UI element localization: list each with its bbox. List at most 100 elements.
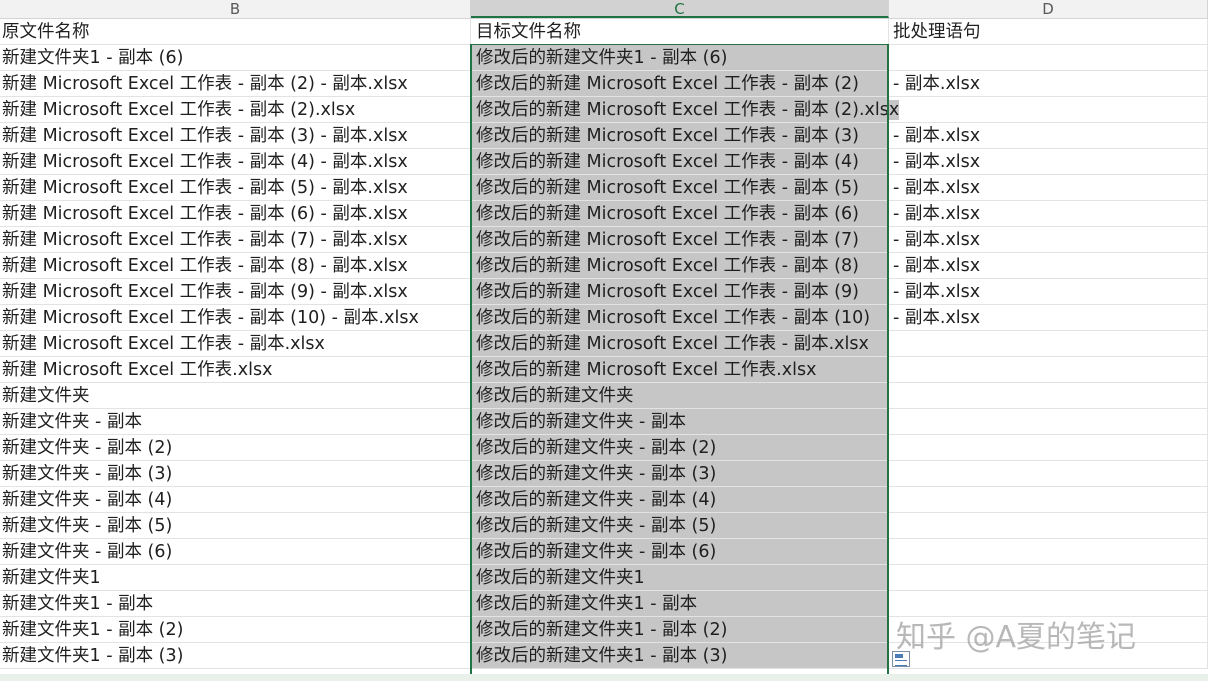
original-name-cell[interactable]: 新建 Microsoft Excel 工作表 - 副本 (6) - 副本.xls… — [0, 201, 471, 227]
batch-statement-cell[interactable] — [889, 539, 1208, 565]
original-name-cell[interactable]: 新建文件夹 - 副本 (5) — [0, 513, 471, 539]
target-name-cell[interactable]: 修改后的新建文件夹 - 副本 (3) — [471, 461, 889, 487]
target-name-cell[interactable]: 修改后的新建文件夹1 - 副本 (3) — [471, 643, 889, 669]
original-name-cell-text: 新建 Microsoft Excel 工作表 - 副本 (2) - 副本.xls… — [2, 74, 408, 94]
original-name-cell[interactable]: 新建 Microsoft Excel 工作表 - 副本 (3) - 副本.xls… — [0, 123, 471, 149]
original-name-cell[interactable]: 新建文件夹 - 副本 — [0, 409, 471, 435]
batch-statement-cell[interactable] — [889, 45, 1208, 71]
original-name-cell-text: 新建 Microsoft Excel 工作表 - 副本 (10) - 副本.xl… — [2, 308, 419, 328]
batch-statement-cell[interactable] — [889, 487, 1208, 513]
batch-statement-cell-text: - 副本.xlsx — [893, 256, 981, 276]
table-row: 新建 Microsoft Excel 工作表 - 副本 (3) - 副本.xls… — [0, 123, 1208, 149]
original-name-cell[interactable]: 新建文件夹 - 副本 (2) — [0, 435, 471, 461]
original-name-cell[interactable]: 新建文件夹1 - 副本 — [0, 591, 471, 617]
original-name-cell-text: 新建文件夹1 - 副本 (6) — [2, 48, 184, 68]
target-name-cell-text: 修改后的新建 Microsoft Excel 工作表 - 副本.xlsx — [476, 334, 869, 354]
original-name-cell[interactable]: 新建文件夹 - 副本 (6) — [0, 539, 471, 565]
header-cell-target-name[interactable]: 目标文件名称 — [471, 19, 889, 45]
batch-statement-cell[interactable]: - 副本.xlsx — [889, 201, 1208, 227]
target-name-cell-text: 修改后的新建 Microsoft Excel 工作表 - 副本 (8) — [476, 256, 859, 276]
original-name-cell-text: 新建文件夹 — [2, 386, 90, 406]
target-name-cell[interactable]: 修改后的新建 Microsoft Excel 工作表.xlsx — [471, 357, 889, 383]
original-name-cell[interactable]: 新建文件夹 - 副本 (3) — [0, 461, 471, 487]
batch-statement-cell[interactable]: - 副本.xlsx — [889, 149, 1208, 175]
original-name-cell[interactable]: 新建 Microsoft Excel 工作表 - 副本 (2) - 副本.xls… — [0, 71, 471, 97]
table-row: 新建文件夹 - 副本 (5) 修改后的新建文件夹 - 副本 (5) — [0, 513, 1208, 539]
target-name-cell[interactable]: 修改后的新建 Microsoft Excel 工作表 - 副本 (9) — [471, 279, 889, 305]
target-name-cell[interactable]: 修改后的新建 Microsoft Excel 工作表 - 副本 (3) — [471, 123, 889, 149]
batch-statement-cell[interactable] — [889, 97, 1208, 123]
target-name-cell[interactable]: 修改后的新建文件夹1 — [471, 565, 889, 591]
table-row: 新建文件夹1 - 副本 (6) 修改后的新建文件夹1 - 副本 (6) — [0, 45, 1208, 71]
original-name-cell[interactable]: 新建 Microsoft Excel 工作表 - 副本 (9) - 副本.xls… — [0, 279, 471, 305]
original-name-cell[interactable]: 新建 Microsoft Excel 工作表 - 副本 (7) - 副本.xls… — [0, 227, 471, 253]
target-name-cell[interactable]: 修改后的新建 Microsoft Excel 工作表 - 副本 (2) — [471, 71, 889, 97]
original-name-cell[interactable]: 新建文件夹1 — [0, 565, 471, 591]
target-name-cell-text: 修改后的新建 Microsoft Excel 工作表 - 副本 (4) — [476, 152, 859, 172]
original-name-cell[interactable]: 新建文件夹1 - 副本 (3) — [0, 643, 471, 669]
target-name-cell-text: 修改后的新建 Microsoft Excel 工作表 - 副本 (7) — [476, 230, 859, 250]
target-name-cell-text: 修改后的新建 Microsoft Excel 工作表 - 副本 (5) — [476, 178, 859, 198]
original-name-cell[interactable]: 新建 Microsoft Excel 工作表 - 副本 (5) - 副本.xls… — [0, 175, 471, 201]
target-name-cell[interactable]: 修改后的新建文件夹 - 副本 (4) — [471, 487, 889, 513]
target-name-cell[interactable]: 修改后的新建文件夹1 - 副本 (6) — [471, 45, 889, 71]
target-name-cell[interactable]: 修改后的新建 Microsoft Excel 工作表 - 副本 (10) — [471, 305, 889, 331]
original-name-cell[interactable]: 新建文件夹 - 副本 (4) — [0, 487, 471, 513]
batch-statement-cell[interactable] — [889, 565, 1208, 591]
batch-statement-cell[interactable] — [889, 409, 1208, 435]
target-name-cell[interactable]: 修改后的新建 Microsoft Excel 工作表 - 副本 (8) — [471, 253, 889, 279]
target-name-cell[interactable]: 修改后的新建文件夹1 - 副本 — [471, 591, 889, 617]
original-name-cell[interactable]: 新建 Microsoft Excel 工作表 - 副本.xlsx — [0, 331, 471, 357]
target-name-cell-text: 修改后的新建 Microsoft Excel 工作表 - 副本 (9) — [476, 282, 859, 302]
batch-statement-cell[interactable] — [889, 383, 1208, 409]
batch-statement-cell[interactable] — [889, 331, 1208, 357]
target-name-cell[interactable]: 修改后的新建 Microsoft Excel 工作表 - 副本 (2).xlsx — [471, 97, 900, 123]
batch-statement-cell[interactable] — [889, 435, 1208, 461]
original-name-cell[interactable]: 新建文件夹 — [0, 383, 471, 409]
original-name-cell[interactable]: 新建 Microsoft Excel 工作表 - 副本 (4) - 副本.xls… — [0, 149, 471, 175]
header-cell-original-name[interactable]: 原文件名称 — [0, 19, 471, 45]
original-name-cell-text: 新建文件夹 - 副本 (3) — [2, 464, 173, 484]
target-name-cell[interactable]: 修改后的新建 Microsoft Excel 工作表 - 副本.xlsx — [471, 331, 889, 357]
target-name-cell[interactable]: 修改后的新建文件夹 - 副本 (2) — [471, 435, 889, 461]
target-name-cell[interactable]: 修改后的新建文件夹 - 副本 (6) — [471, 539, 889, 565]
target-name-cell[interactable]: 修改后的新建文件夹 - 副本 (5) — [471, 513, 889, 539]
watermark: 知乎 @A夏的笔记 — [896, 620, 1137, 655]
batch-statement-cell[interactable]: - 副本.xlsx — [889, 253, 1208, 279]
original-name-cell-text: 新建文件夹1 - 副本 (3) — [2, 646, 184, 666]
target-name-cell[interactable]: 修改后的新建文件夹1 - 副本 (2) — [471, 617, 889, 643]
batch-statement-cell[interactable]: - 副本.xlsx — [889, 71, 1208, 97]
target-name-cell-text: 修改后的新建文件夹1 — [476, 568, 645, 588]
batch-statement-cell-text: - 副本.xlsx — [893, 74, 981, 94]
original-name-cell[interactable]: 新建文件夹1 - 副本 (6) — [0, 45, 471, 71]
batch-statement-cell[interactable]: - 副本.xlsx — [889, 227, 1208, 253]
original-name-cell[interactable]: 新建 Microsoft Excel 工作表 - 副本 (8) - 副本.xls… — [0, 253, 471, 279]
column-header-b[interactable]: B — [0, 0, 471, 18]
target-name-cell[interactable]: 修改后的新建 Microsoft Excel 工作表 - 副本 (7) — [471, 227, 889, 253]
target-name-cell-text: 修改后的新建文件夹1 - 副本 — [476, 594, 698, 614]
original-name-cell[interactable]: 新建 Microsoft Excel 工作表.xlsx — [0, 357, 471, 383]
batch-statement-cell[interactable] — [889, 461, 1208, 487]
original-name-cell-text: 新建文件夹 - 副本 (6) — [2, 542, 173, 562]
table-row: 新建 Microsoft Excel 工作表 - 副本 (10) - 副本.xl… — [0, 305, 1208, 331]
target-name-cell-text: 修改后的新建 Microsoft Excel 工作表 - 副本 (2) — [476, 74, 859, 94]
target-name-cell-text: 修改后的新建文件夹1 - 副本 (6) — [476, 48, 728, 68]
column-header-d[interactable]: D — [889, 0, 1208, 18]
original-name-cell[interactable]: 新建文件夹1 - 副本 (2) — [0, 617, 471, 643]
target-name-cell[interactable]: 修改后的新建 Microsoft Excel 工作表 - 副本 (5) — [471, 175, 889, 201]
batch-statement-cell[interactable]: - 副本.xlsx — [889, 175, 1208, 201]
batch-statement-cell[interactable]: - 副本.xlsx — [889, 305, 1208, 331]
target-name-cell[interactable]: 修改后的新建文件夹 — [471, 383, 889, 409]
batch-statement-cell[interactable]: - 副本.xlsx — [889, 279, 1208, 305]
batch-statement-cell[interactable] — [889, 513, 1208, 539]
target-name-cell[interactable]: 修改后的新建 Microsoft Excel 工作表 - 副本 (4) — [471, 149, 889, 175]
original-name-cell[interactable]: 新建 Microsoft Excel 工作表 - 副本 (2).xlsx — [0, 97, 471, 123]
original-name-cell[interactable]: 新建 Microsoft Excel 工作表 - 副本 (10) - 副本.xl… — [0, 305, 471, 331]
target-name-cell[interactable]: 修改后的新建 Microsoft Excel 工作表 - 副本 (6) — [471, 201, 889, 227]
target-name-cell[interactable]: 修改后的新建文件夹 - 副本 — [471, 409, 889, 435]
target-name-cell-text: 修改后的新建 Microsoft Excel 工作表 - 副本 (6) — [476, 204, 859, 224]
batch-statement-cell[interactable] — [889, 357, 1208, 383]
column-header-c[interactable]: C — [471, 0, 889, 18]
header-cell-batch-statement[interactable]: 批处理语句 — [889, 19, 1208, 45]
batch-statement-cell[interactable]: - 副本.xlsx — [889, 123, 1208, 149]
